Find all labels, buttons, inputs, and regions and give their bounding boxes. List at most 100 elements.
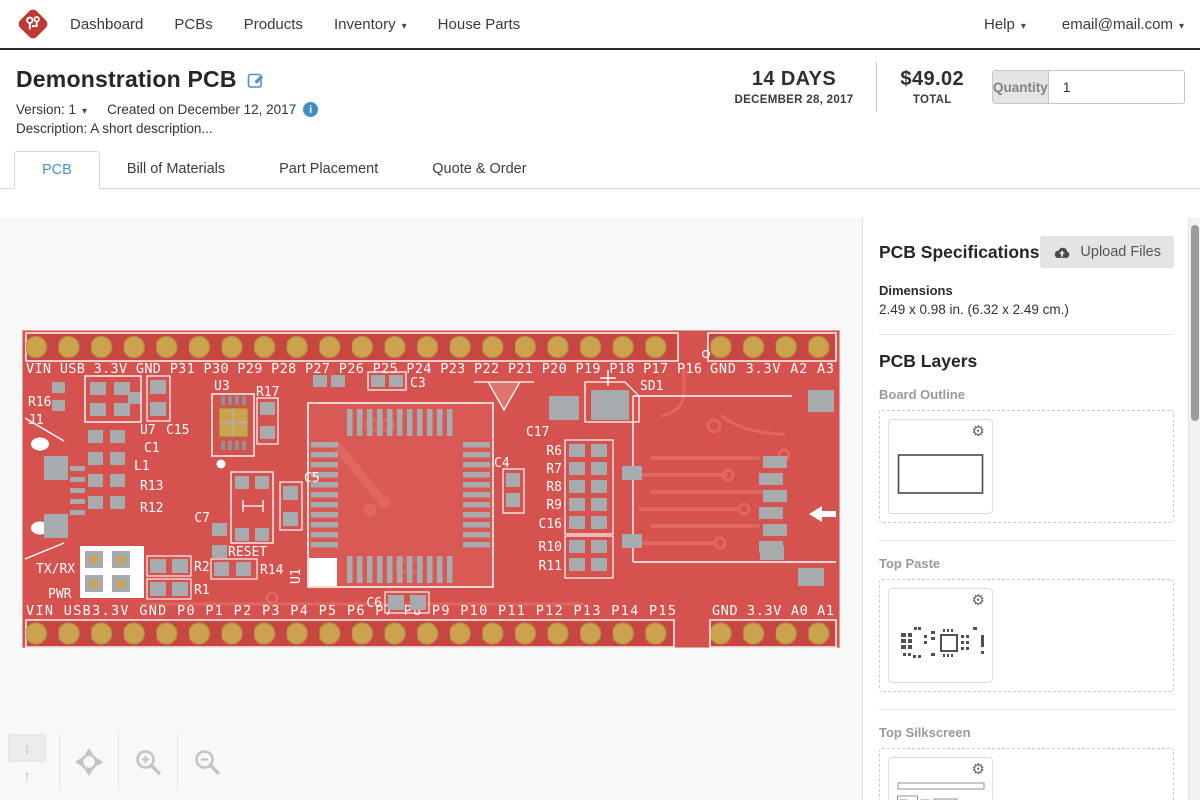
divider xyxy=(876,62,877,112)
pcb-canvas[interactable]: VIN USB 3.3V GND P31 P30 P29 P28 P27 P26… xyxy=(0,218,862,800)
board-outline-thumbnail xyxy=(897,442,985,513)
pcb-top-pin-labels: VIN USB 3.3V GND P31 P30 P29 P28 P27 P26… xyxy=(26,361,702,377)
sidebar-title: PCB Specifications xyxy=(879,236,1039,263)
pcb-label: R12 xyxy=(140,501,163,516)
layer-dropzone-top-paste[interactable] xyxy=(879,579,1174,692)
pcb-label: C16 xyxy=(539,517,562,532)
pcb-label: R11 xyxy=(539,559,562,574)
divider xyxy=(59,734,60,790)
nav-dashboard[interactable]: Dashboard xyxy=(70,16,143,33)
pcb-label: SD1 xyxy=(640,379,663,394)
layer-card-top-paste[interactable] xyxy=(888,588,993,683)
divider xyxy=(118,734,119,790)
pcb-label: C17 xyxy=(526,425,549,440)
page-header: Demonstration PCB Version: 1 Created on … xyxy=(0,50,1200,136)
pcb-label: C5 xyxy=(304,471,320,486)
page-title: Demonstration PCB xyxy=(16,66,237,93)
divider xyxy=(879,709,1174,710)
pcb-label: R7 xyxy=(546,462,562,477)
gear-icon[interactable] xyxy=(972,422,985,440)
zoom-out-icon[interactable] xyxy=(191,746,223,778)
app-root: Dashboard PCBs Products Inventory House … xyxy=(0,0,1200,800)
pcb-label: U3 xyxy=(214,379,230,394)
secondary-nav: Help email@mail.com xyxy=(948,16,1184,33)
pcb-label: R9 xyxy=(546,498,562,513)
pcb-label: U7 xyxy=(140,423,156,438)
pcb-label: C4 xyxy=(494,456,510,471)
tab-part-placement[interactable]: Part Placement xyxy=(252,151,405,188)
pcb-layers-title: PCB Layers xyxy=(879,351,1174,372)
pan-down-icon[interactable] xyxy=(8,734,46,762)
pcb-qfp-u1 xyxy=(308,403,493,587)
pcb-label: C6 xyxy=(366,596,382,611)
canvas-toolbar xyxy=(8,734,223,790)
divider xyxy=(879,540,1174,541)
nav-pcbs[interactable]: PCBs xyxy=(174,16,212,33)
pcb-label: TX/RX xyxy=(36,562,75,577)
lead-time-block: 14 DAYS DECEMBER 28, 2017 xyxy=(735,68,854,106)
layer-dropzone-board-outline[interactable] xyxy=(879,410,1174,523)
tab-pcb[interactable]: PCB xyxy=(14,151,100,189)
nav-inventory[interactable]: Inventory xyxy=(334,16,407,33)
upload-files-label: Upload Files xyxy=(1080,244,1161,260)
tab-quote-order[interactable]: Quote & Order xyxy=(405,151,553,188)
pcb-label: PWR xyxy=(48,587,72,602)
nav-products[interactable]: Products xyxy=(244,16,303,33)
ship-date: DECEMBER 28, 2017 xyxy=(735,94,854,106)
nav-account[interactable]: email@mail.com xyxy=(1062,16,1184,33)
pcb-label: C15 xyxy=(166,423,189,438)
description-text: Description: A short description... xyxy=(16,121,1184,136)
edit-title-icon[interactable] xyxy=(247,71,265,89)
primary-nav: Dashboard PCBs Products Inventory House … xyxy=(70,16,551,33)
pcb-label: R2 xyxy=(194,560,210,575)
pcb-label: R16 xyxy=(28,395,51,410)
zoom-in-icon[interactable] xyxy=(132,746,164,778)
created-text: Created on December 12, 2017 xyxy=(107,102,296,117)
pcb-bottom-pin-labels: VIN USB3.3V GND P0 P1 P2 P3 P4 P5 P6 P7 … xyxy=(26,603,676,619)
pcb-label: U1 xyxy=(289,568,304,584)
lead-time-value: 14 DAYS xyxy=(735,68,854,91)
scrollbar-track[interactable] xyxy=(1188,218,1200,800)
upload-files-button[interactable]: Upload Files xyxy=(1040,236,1174,268)
top-paste-thumbnail xyxy=(897,611,987,682)
layer-dropzone-top-silkscreen[interactable] xyxy=(879,748,1174,800)
pcb-label: R10 xyxy=(539,540,562,555)
scrollbar-thumb[interactable] xyxy=(1191,225,1199,421)
pcb-label: C3 xyxy=(410,376,426,391)
layer-card-board-outline[interactable] xyxy=(888,419,993,514)
pcb-label: RESET xyxy=(228,545,267,560)
version-select[interactable]: Version: 1 xyxy=(16,102,87,117)
top-nav: Dashboard PCBs Products Inventory House … xyxy=(0,0,1200,50)
brand-logo-icon[interactable] xyxy=(16,7,50,41)
divider xyxy=(177,734,178,790)
pcb-render[interactable]: VIN USB 3.3V GND P31 P30 P29 P28 P27 P26… xyxy=(22,330,840,648)
center-view-icon[interactable] xyxy=(73,746,105,778)
layer-card-top-silkscreen[interactable] xyxy=(888,757,993,800)
gear-icon[interactable] xyxy=(972,760,985,778)
info-icon[interactable] xyxy=(303,102,318,117)
pcb-label: R17 xyxy=(256,385,279,400)
layer-name-top-paste: Top Paste xyxy=(879,556,1174,571)
nav-help[interactable]: Help xyxy=(984,16,1026,33)
cloud-upload-icon xyxy=(1053,246,1071,259)
tab-bar: PCB Bill of Materials Part Placement Quo… xyxy=(0,151,1200,189)
divider xyxy=(879,334,1174,335)
layer-name-board-outline: Board Outline xyxy=(879,387,1174,402)
gear-icon[interactable] xyxy=(972,591,985,609)
total-label: TOTAL xyxy=(900,94,964,106)
pcb-label: C7 xyxy=(194,511,210,526)
pcb-label: R6 xyxy=(546,444,562,459)
pcb-label: R13 xyxy=(140,479,163,494)
order-summary: 14 DAYS DECEMBER 28, 2017 $49.02 TOTAL Q… xyxy=(735,62,1185,112)
pan-up-icon[interactable] xyxy=(8,762,46,790)
tab-bill-of-materials[interactable]: Bill of Materials xyxy=(100,151,252,188)
layer-name-top-silkscreen: Top Silkscreen xyxy=(879,725,1174,740)
dimensions-value: 2.49 x 0.98 in. (6.32 x 2.49 cm.) xyxy=(879,302,1174,317)
pcb-label: R8 xyxy=(546,480,562,495)
total-price: $49.02 xyxy=(900,68,964,91)
circuit-logo-icon xyxy=(16,7,50,41)
pcb-specs-sidebar: PCB Specifications Upload Files Dimensio… xyxy=(862,218,1188,800)
pcb-label: C1 xyxy=(144,441,160,456)
nav-house-parts[interactable]: House Parts xyxy=(438,16,521,33)
quantity-input[interactable] xyxy=(1049,71,1185,103)
